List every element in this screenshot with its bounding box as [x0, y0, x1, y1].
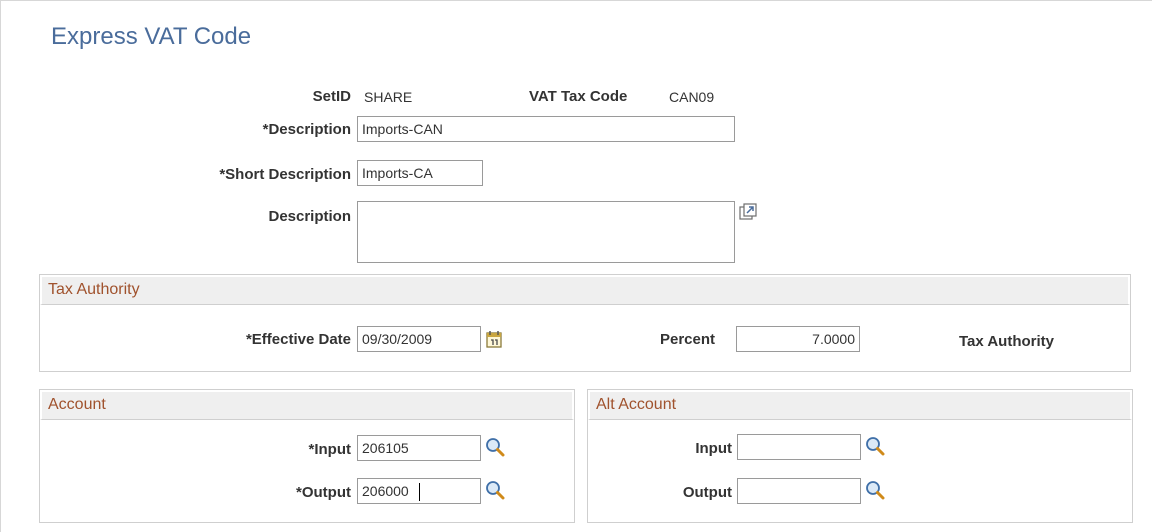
effective-date-input[interactable]	[357, 326, 481, 352]
page-title: Express VAT Code	[51, 23, 252, 50]
account-section-title: Account	[40, 390, 574, 420]
long-description-label: Description	[268, 208, 351, 225]
description-input[interactable]	[357, 116, 735, 142]
percent-input[interactable]	[736, 326, 860, 352]
alt-account-input-search-icon[interactable]	[865, 436, 885, 456]
vat-tax-code-label: VAT Tax Code	[529, 88, 628, 105]
tax-authority-label: Tax Authority	[959, 333, 1055, 350]
effective-date-label: *Effective Date	[245, 331, 351, 348]
account-output-label: *Output	[296, 484, 351, 501]
alt-account-output-field[interactable]	[737, 478, 861, 504]
account-input-search-icon[interactable]	[485, 437, 505, 457]
alt-account-input-label: Input	[695, 440, 732, 457]
account-output-search-icon[interactable]	[485, 480, 505, 500]
account-input-field[interactable]	[357, 435, 481, 461]
alt-account-output-label: Output	[682, 484, 732, 501]
setid-value: SHARE	[364, 89, 413, 105]
alt-account-output-search-icon[interactable]	[865, 480, 885, 500]
alt-account-section-title: Alt Account	[588, 390, 1132, 420]
vat-tax-code-value: CAN09	[669, 89, 715, 105]
percent-label: Percent	[660, 331, 716, 348]
account-input-label: *Input	[308, 441, 352, 458]
expand-icon[interactable]	[739, 203, 757, 221]
tax-authority-section-title: Tax Authority	[40, 275, 1130, 305]
express-vat-code-page: Express VAT Code SetID SHARE VAT Tax Cod…	[0, 0, 1152, 532]
long-description-textarea[interactable]	[357, 201, 735, 263]
short-description-label: *Short Description	[219, 166, 351, 183]
description-label: *Description	[262, 121, 351, 138]
calendar-icon[interactable]	[485, 330, 503, 348]
setid-label: SetID	[312, 88, 351, 105]
short-description-input[interactable]	[357, 160, 483, 186]
text-cursor	[419, 483, 420, 501]
alt-account-input-field[interactable]	[737, 434, 861, 460]
tax-authority-group: Tax Authority	[39, 274, 1131, 372]
